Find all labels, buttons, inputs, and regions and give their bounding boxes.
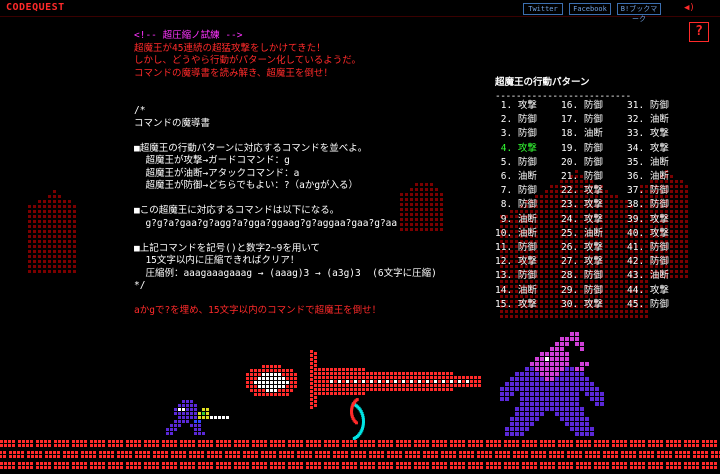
hero-sprite bbox=[166, 400, 229, 435]
crescent-slash-sprite bbox=[350, 398, 365, 440]
demon-king-sprite bbox=[500, 332, 604, 436]
battle-scene bbox=[166, 332, 604, 440]
giant-sword-sprite bbox=[246, 350, 481, 409]
